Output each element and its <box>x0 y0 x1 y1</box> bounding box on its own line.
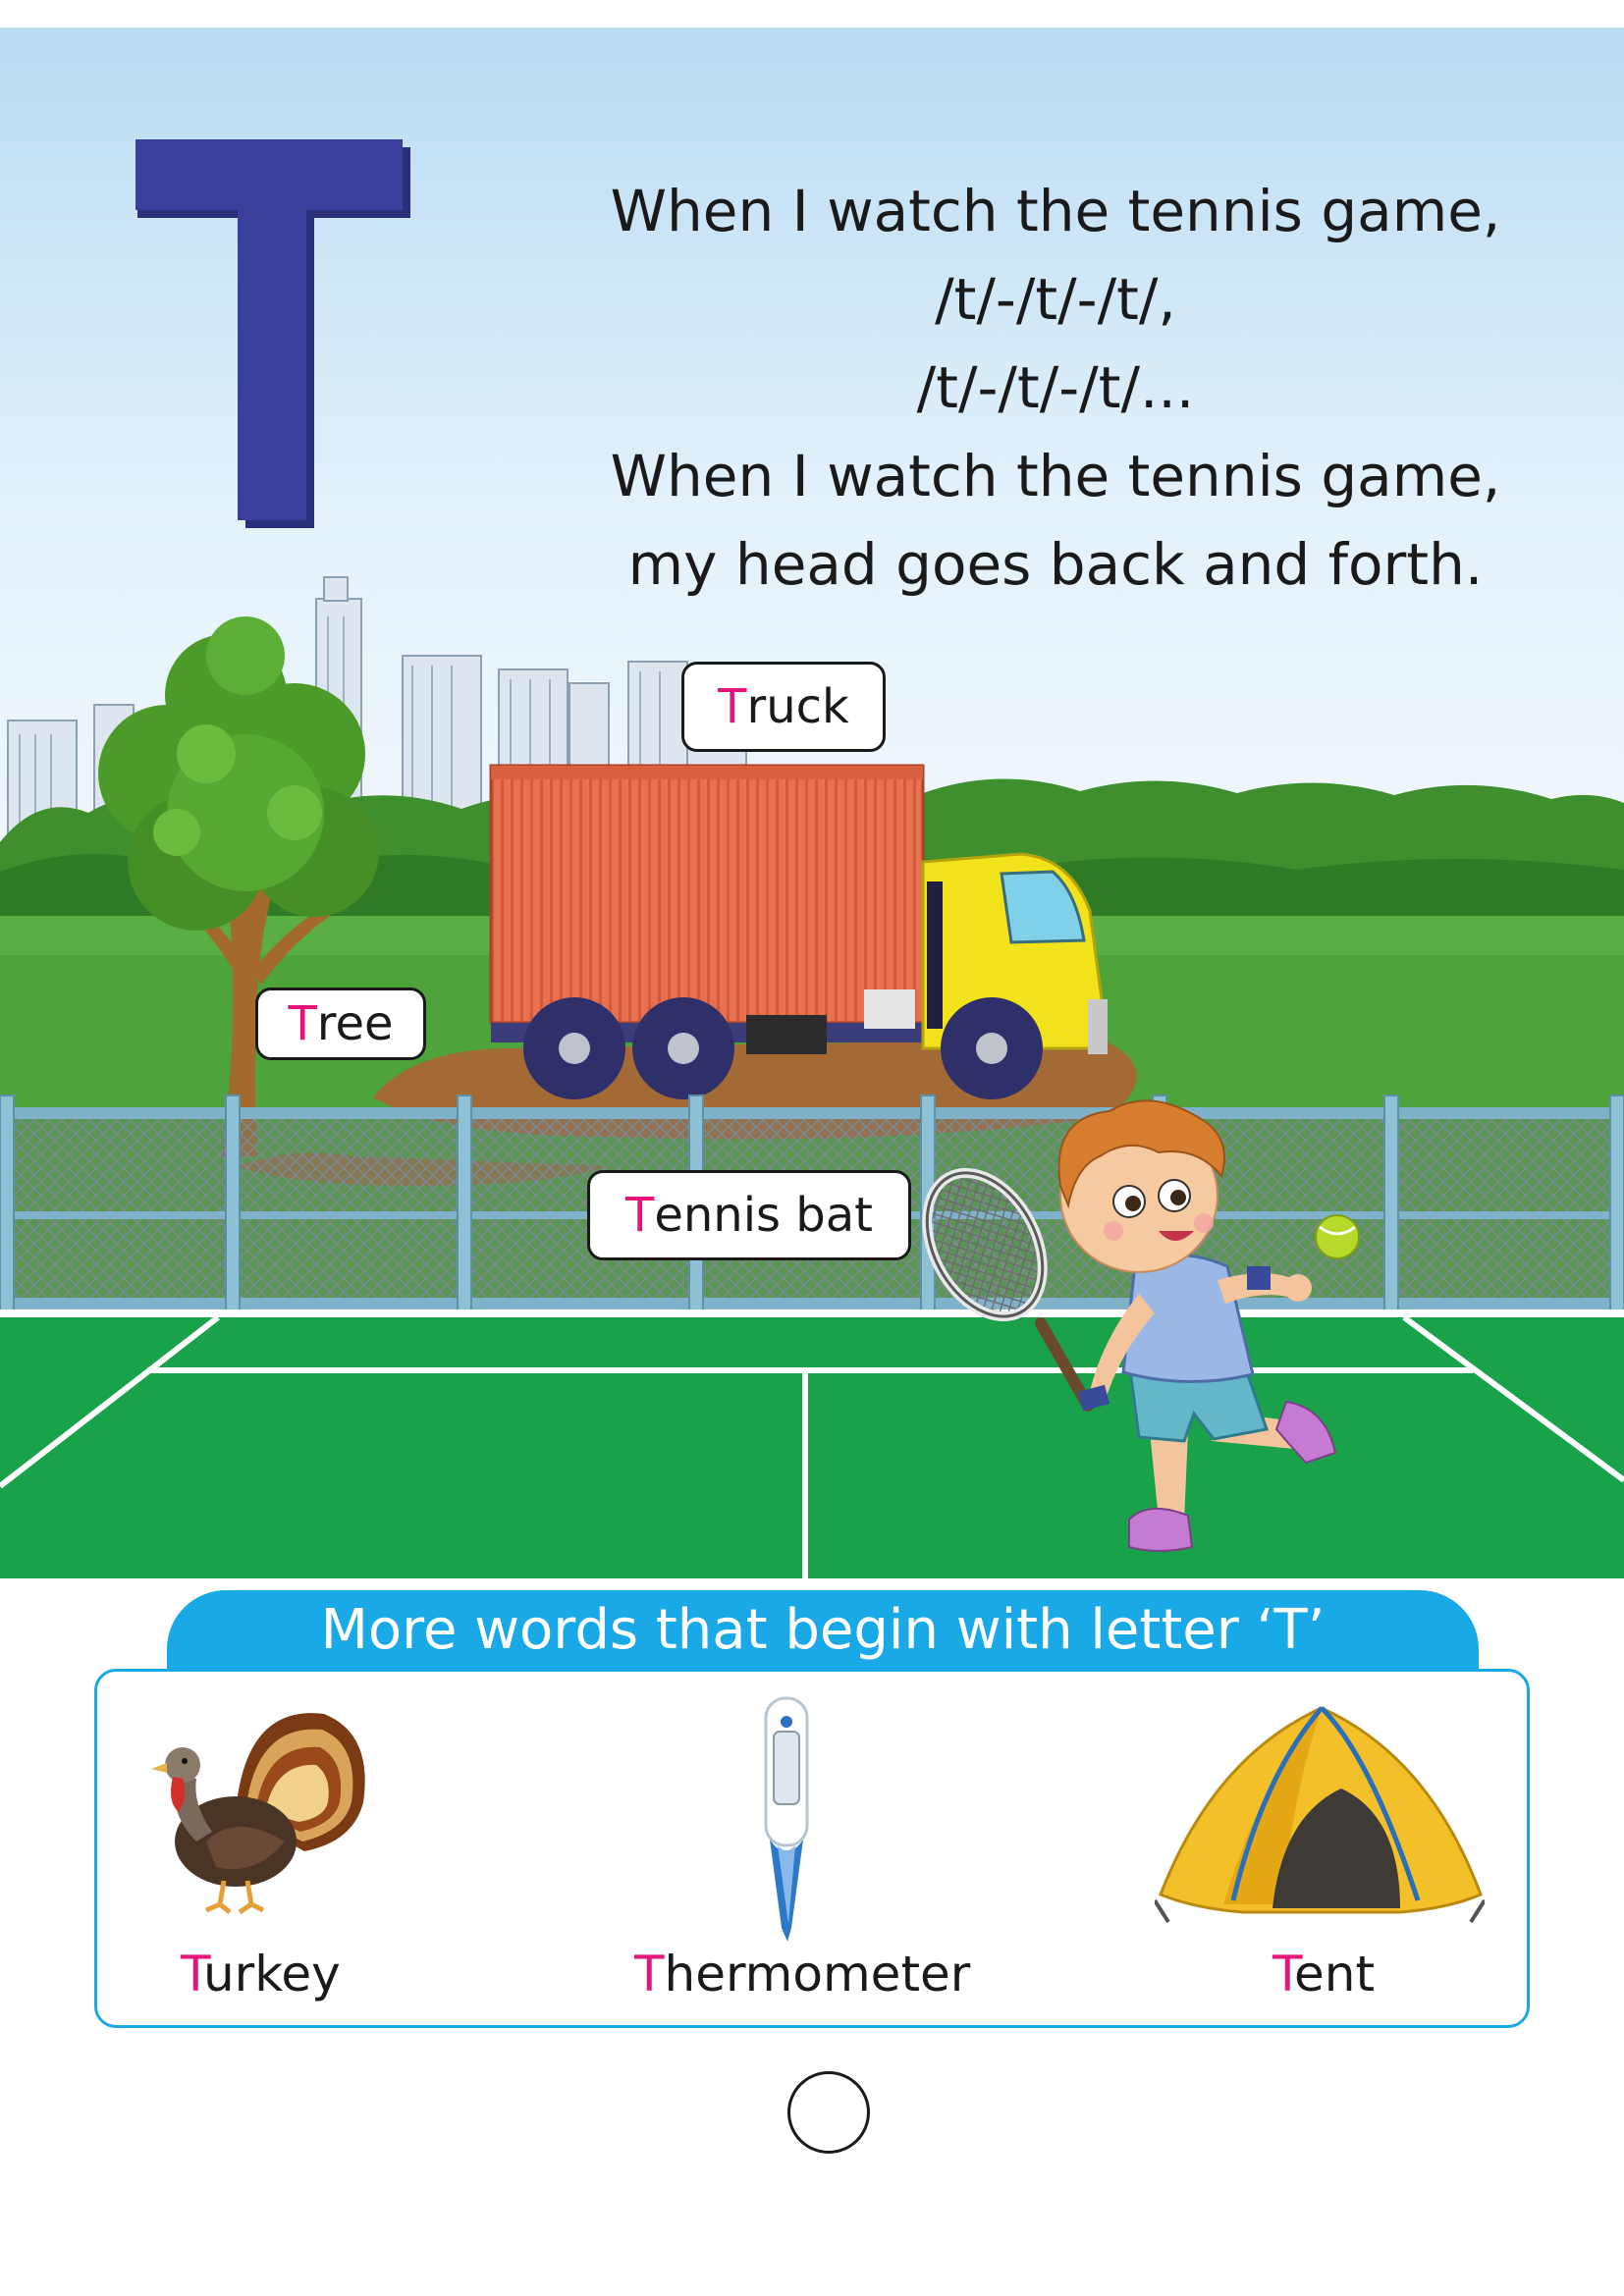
word-turkey: Turkey <box>181 1946 341 2002</box>
label-tree-first-letter: T <box>288 996 317 1051</box>
tennis-court <box>0 1309 1624 1578</box>
label-tree: Tree <box>255 988 426 1060</box>
label-truck-first-letter: T <box>718 679 747 734</box>
more-words-heading: More words that begin with letter ‘T’ <box>167 1590 1479 1669</box>
word-thermometer-rest: hermometer <box>664 1946 971 2002</box>
tennis-ball <box>1315 1214 1360 1259</box>
poem-line-1: When I watch the tennis game, <box>610 178 1501 244</box>
word-tent-first-letter: T <box>1272 1946 1295 2002</box>
word-thermometer: Thermometer <box>634 1946 970 2002</box>
label-truck: Truck <box>681 662 886 752</box>
thermometer-icon <box>764 1696 809 1942</box>
word-turkey-first-letter: T <box>181 1946 203 2002</box>
alphabet-page: T When I watch the tennis game, /t/-/t/-… <box>0 0 1624 2296</box>
label-tennis-bat-first-letter: T <box>624 1188 655 1243</box>
poem-line-2: /t/-/t/-/t/, <box>935 266 1176 333</box>
label-tree-rest: ree <box>316 996 394 1051</box>
label-tennis-bat: Tennis bat <box>587 1170 911 1260</box>
poem-line-5: my head goes back and forth. <box>627 531 1484 598</box>
page-number-circle <box>787 2071 870 2154</box>
poem-line-3: /t/-/t/-/t/... <box>916 354 1195 421</box>
turkey-icon <box>151 1713 365 1914</box>
big-letter-t <box>135 139 410 528</box>
label-tennis-bat-rest: ennis bat <box>654 1188 873 1243</box>
poem-line-4: When I watch the tennis game, <box>610 443 1501 509</box>
label-truck-rest: ruck <box>746 679 849 734</box>
truck-container <box>489 764 925 1025</box>
tent-icon <box>1155 1706 1485 1924</box>
poem: When I watch the tennis game, /t/-/t/-/t… <box>579 167 1532 609</box>
word-tent-rest: ent <box>1294 1946 1376 2002</box>
word-thermometer-first-letter: T <box>634 1946 665 2002</box>
word-turkey-rest: urkey <box>202 1946 341 2002</box>
word-tent: Tent <box>1272 1946 1375 2002</box>
